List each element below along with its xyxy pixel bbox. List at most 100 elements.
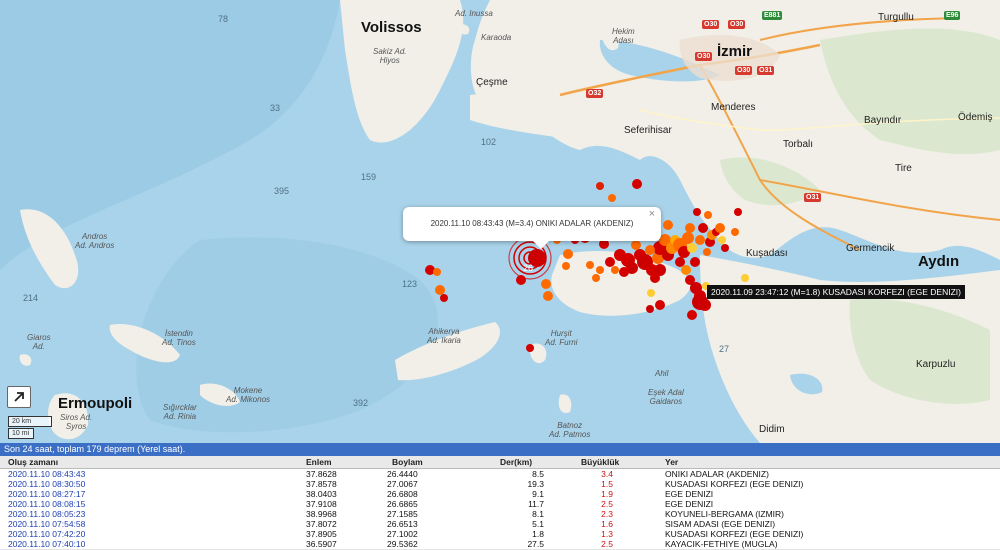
town-label-seferihisar: Seferihisar: [624, 125, 672, 136]
cell-depth: 27.5: [527, 539, 544, 549]
cell-time[interactable]: 2020.11.10 08:30:50: [8, 479, 85, 489]
depth-label: 123: [402, 279, 418, 289]
depth-label: 26: [523, 263, 534, 273]
town-label-turgutlu: Turgullu: [878, 12, 914, 23]
quake-marker[interactable]: [586, 261, 594, 269]
cell-magnitude: 2.3: [601, 509, 613, 519]
quake-marker[interactable]: [718, 236, 726, 244]
quake-marker[interactable]: [608, 194, 616, 202]
road-shield: E96: [944, 11, 961, 20]
town-label-menderes: Menderes: [711, 102, 756, 113]
header-magnitude[interactable]: Büyüklük: [581, 457, 619, 467]
quake-marker[interactable]: [692, 294, 708, 310]
expand-map-button[interactable]: [7, 386, 31, 408]
cell-depth: 1.8: [532, 529, 544, 539]
cell-place: ONIKI ADALAR (AKDENIZ): [665, 469, 769, 479]
city-label-izmir: İzmir: [717, 43, 753, 60]
depth-label: 159: [361, 172, 377, 182]
quake-marker[interactable]: [563, 249, 573, 259]
cell-depth: 8.1: [532, 509, 544, 519]
quake-marker[interactable]: [681, 265, 691, 275]
table-header: Oluş zamanı Enlem Boylam Der(km) Büyüklü…: [0, 456, 1000, 469]
quake-marker[interactable]: [645, 245, 655, 255]
quake-marker[interactable]: [650, 273, 660, 283]
quake-marker[interactable]: [715, 223, 725, 233]
quake-marker[interactable]: [721, 244, 729, 252]
cell-time[interactable]: 2020.11.10 08:43:43: [8, 469, 85, 479]
island-label-andros: Andros Ad. Andros: [75, 232, 115, 250]
quake-marker[interactable]: [596, 182, 604, 190]
quake-marker[interactable]: [433, 268, 441, 276]
header-lat[interactable]: Enlem: [306, 457, 332, 467]
quake-marker[interactable]: [685, 223, 695, 233]
cell-time[interactable]: 2020.11.10 08:05:23: [8, 509, 85, 519]
cell-lon: 29.5362: [387, 539, 418, 549]
popup-close-button[interactable]: ×: [649, 208, 655, 220]
quake-marker[interactable]: [663, 220, 673, 230]
quake-marker[interactable]: [619, 267, 629, 277]
quake-marker[interactable]: [440, 294, 448, 302]
quake-marker[interactable]: [562, 262, 570, 270]
island-label-sakiz: Sakiz Ad. Hiyos: [373, 47, 407, 65]
town-label-odemis: Ödemiş: [958, 112, 993, 123]
town-label-kusadasi: Kuşadası: [746, 248, 788, 259]
cell-time[interactable]: 2020.11.10 07:42:20: [8, 529, 85, 539]
quake-marker[interactable]: [543, 291, 553, 301]
quake-marker[interactable]: [526, 344, 534, 352]
quake-marker[interactable]: [516, 275, 526, 285]
expand-arrow-icon: [14, 392, 24, 402]
town-label-germencik: Germencik: [846, 243, 895, 254]
quake-marker[interactable]: [703, 248, 711, 256]
quake-marker[interactable]: [690, 257, 700, 267]
cell-lat: 37.8072: [306, 519, 337, 529]
cell-lon: 27.0067: [387, 479, 418, 489]
quake-marker[interactable]: [541, 279, 551, 289]
quake-marker[interactable]: [687, 243, 697, 253]
island-label-patmos: Batnoz Ad. Patmos: [549, 421, 591, 439]
quake-marker[interactable]: [655, 300, 665, 310]
town-label-didim: Didim: [759, 424, 785, 435]
quake-marker[interactable]: [631, 240, 641, 250]
quake-marker[interactable]: [596, 266, 604, 274]
town-label-cesme: Çeşme: [476, 77, 508, 88]
quake-marker[interactable]: [693, 208, 701, 216]
quake-marker[interactable]: [695, 235, 705, 245]
cell-time[interactable]: 2020.11.10 07:54:58: [8, 519, 85, 529]
quake-marker[interactable]: [611, 266, 619, 274]
island-label-hekim: Hekim Adası: [612, 27, 635, 45]
road-shield: O32: [586, 89, 604, 98]
cell-lon: 26.4440: [387, 469, 418, 479]
earthquake-map[interactable]: Volissos İzmir Ermoupoli Aydın Turgullu …: [0, 0, 1000, 443]
road-shield: E881: [762, 11, 783, 20]
road-shield: O31: [757, 66, 775, 75]
cell-lat: 38.9968: [306, 509, 337, 519]
quake-marker[interactable]: [704, 211, 712, 219]
cell-magnitude: 2.5: [601, 499, 613, 509]
island-label-ikaria: Ahikerya Ad. Ikaria: [427, 327, 461, 345]
depth-label: 78: [218, 14, 229, 24]
header-time[interactable]: Oluş zamanı: [8, 457, 58, 467]
header-place[interactable]: Yer: [665, 457, 678, 467]
table-row[interactable]: 2020.11.10 07:40:10 36.5907 29.5362 27.5 2.5…: [0, 539, 1000, 550]
quake-marker[interactable]: [592, 274, 600, 282]
cell-magnitude: 1.6: [601, 519, 613, 529]
quake-marker[interactable]: [632, 179, 642, 189]
quake-marker[interactable]: [741, 274, 749, 282]
depth-label: 392: [353, 398, 369, 408]
cell-time[interactable]: 2020.11.10 07:40:10: [8, 539, 85, 549]
quake-marker[interactable]: [646, 305, 654, 313]
quake-marker[interactable]: [734, 208, 742, 216]
quake-marker[interactable]: [698, 223, 708, 233]
island-label-mikonos: Mokene Ad. Mikonos: [226, 386, 271, 404]
cell-time[interactable]: 2020.11.10 08:08:15: [8, 499, 85, 509]
cell-magnitude: 3.4: [601, 469, 613, 479]
depth-label: 102: [481, 137, 497, 147]
quake-marker[interactable]: [687, 310, 697, 320]
city-label-aydin: Aydın: [918, 253, 960, 270]
cell-time[interactable]: 2020.11.10 08:27:17: [8, 489, 85, 499]
quake-marker[interactable]: [731, 228, 739, 236]
header-depth[interactable]: Der(km): [500, 457, 532, 467]
header-lon[interactable]: Boylam: [392, 457, 423, 467]
quake-marker[interactable]: [647, 289, 655, 297]
scale-mi: 10 mi: [8, 428, 34, 439]
